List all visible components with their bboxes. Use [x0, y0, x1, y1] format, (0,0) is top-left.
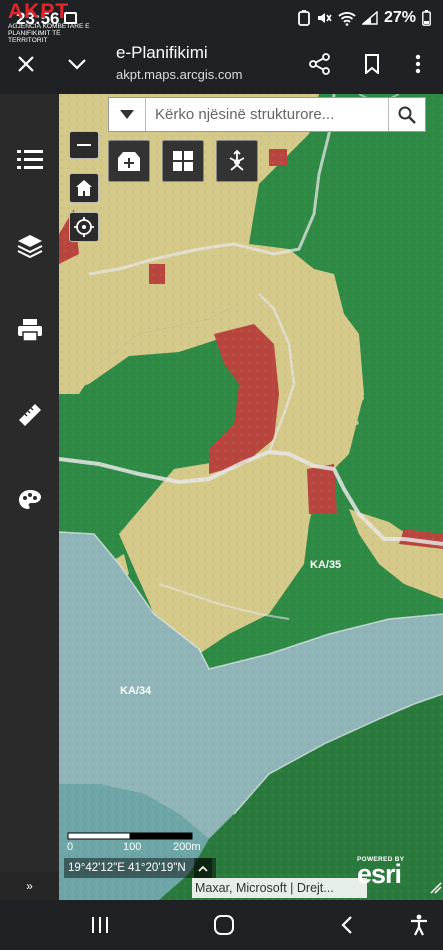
scale-tick-100: 100	[123, 841, 142, 853]
share-nodes-icon[interactable]	[216, 140, 258, 182]
home-icon[interactable]	[69, 173, 99, 203]
wifi-icon	[338, 11, 356, 26]
logo-brand: AKPT	[8, 0, 70, 23]
palette-icon[interactable]	[14, 484, 46, 516]
parcel-label-ka35: KA/35	[310, 559, 342, 571]
grid-icon[interactable]	[162, 140, 204, 182]
locate-icon[interactable]	[69, 212, 99, 242]
search-bar	[108, 97, 426, 132]
search-icon[interactable]	[388, 98, 425, 131]
back-icon[interactable]	[333, 912, 361, 938]
logo-subtitle-2: PLANIFIKIMIT TË TERRITORIT	[8, 29, 61, 45]
more-vert-icon[interactable]	[404, 50, 432, 78]
layers-icon[interactable]	[14, 230, 46, 262]
search-dropdown-caret-icon[interactable]	[109, 98, 146, 131]
print-icon[interactable]	[14, 314, 46, 346]
share-icon[interactable]	[306, 50, 334, 78]
battery-percent: 27%	[383, 9, 416, 26]
battery-icon	[422, 10, 431, 26]
signal-icon	[361, 11, 378, 25]
page-title: e-Planifikimi	[116, 43, 208, 62]
battery-saver-icon	[298, 10, 310, 26]
map-view[interactable]: KA/35 KA/34 0 100 200m	[59, 94, 443, 900]
mute-icon	[317, 13, 332, 23]
zoom-out-button[interactable]	[69, 131, 99, 159]
ruler-icon[interactable]	[14, 399, 46, 431]
resize-handle-icon[interactable]	[428, 880, 442, 894]
scale-tick-0: 0	[67, 841, 74, 853]
bookmark-icon[interactable]	[358, 50, 386, 78]
legend-list-icon[interactable]	[14, 144, 46, 176]
scale-bar: 0 100 200m	[67, 832, 201, 854]
esri-wordmark: esri	[357, 859, 402, 889]
sidebar	[0, 94, 59, 900]
coordinates-toggle-icon[interactable]	[194, 858, 212, 878]
add-data-icon[interactable]	[108, 140, 150, 182]
map-canvas	[59, 94, 443, 900]
sidebar-collapse-button[interactable]: »	[0, 872, 59, 900]
page-url: akpt.maps.arcgis.com	[116, 67, 243, 82]
esri-logo: POWERED BY esri	[357, 856, 429, 890]
akpt-logo: AKPT AGJENCIA KOMBËTARE E PLANIFIKIMIT T…	[8, 0, 98, 50]
recent-apps-icon[interactable]	[86, 912, 114, 938]
search-input[interactable]	[145, 98, 390, 131]
close-icon[interactable]	[12, 50, 40, 78]
android-nav-bar	[0, 900, 443, 950]
scale-tick-200: 200m	[173, 841, 201, 853]
map-attribution[interactable]: Maxar, Microsoft | Drejt...	[192, 878, 367, 898]
status-right: 27%	[298, 9, 431, 27]
parcel-label-ka34: KA/34	[120, 685, 152, 697]
accessibility-icon[interactable]	[405, 912, 433, 938]
home-nav-icon[interactable]	[210, 912, 238, 938]
chevron-down-icon[interactable]	[63, 50, 91, 78]
